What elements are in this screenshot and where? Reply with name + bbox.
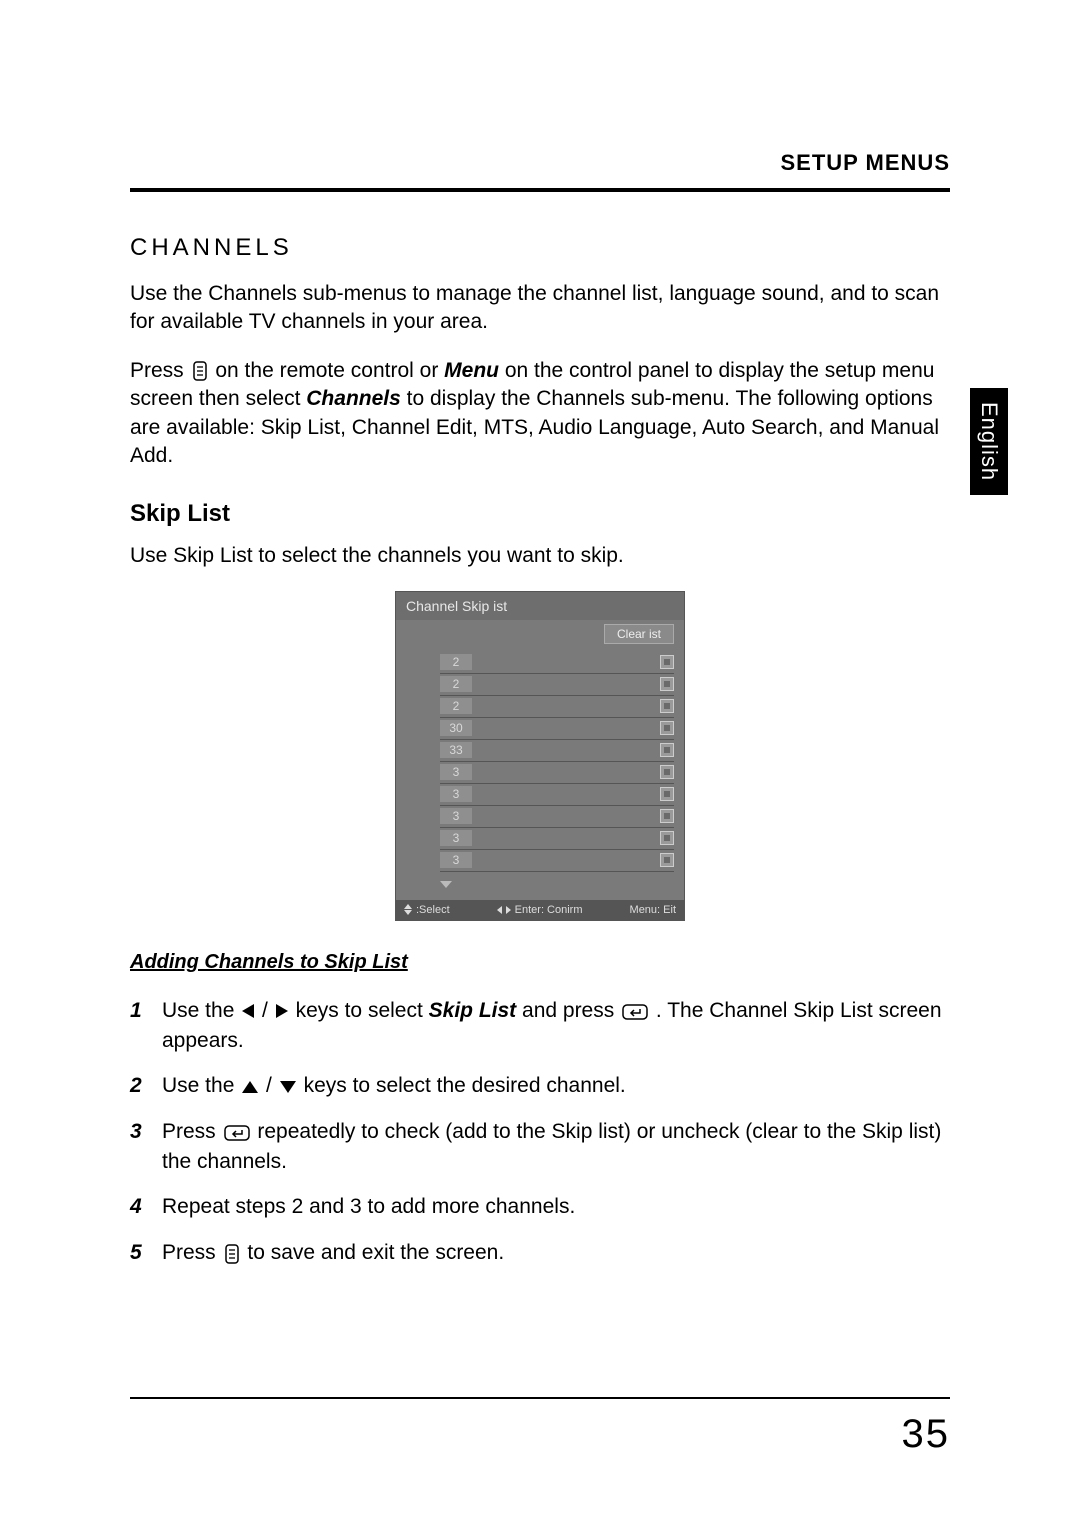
checkbox-icon[interactable] <box>660 655 674 669</box>
checkbox-icon[interactable] <box>660 853 674 867</box>
enter-icon <box>622 996 648 1025</box>
step-5: 5 Press to save and exit the screen. <box>130 1238 950 1268</box>
checkbox-icon[interactable] <box>660 765 674 779</box>
text: Use the <box>162 1074 240 1097</box>
step-number: 1 <box>130 996 142 1025</box>
step-3: 3 Press repeatedly to check (add to the … <box>130 1117 950 1177</box>
list-item[interactable]: 30 <box>440 718 674 740</box>
checkbox-icon[interactable] <box>660 787 674 801</box>
osd-toolbar: Clear ist <box>396 620 684 648</box>
menu-word: Menu <box>444 359 499 382</box>
list-item[interactable]: 3 <box>440 762 674 784</box>
down-icon <box>404 910 412 915</box>
checkbox-icon[interactable] <box>660 721 674 735</box>
skip-list-heading: Skip List <box>130 500 950 528</box>
step-4: 4 Repeat steps 2 and 3 to add more chann… <box>130 1192 950 1221</box>
text: Press <box>162 1120 222 1143</box>
step-number: 2 <box>130 1071 142 1100</box>
list-item[interactable]: 2 <box>440 652 674 674</box>
up-arrow-icon <box>242 1081 258 1093</box>
procedure-steps: 1 Use the / keys to select Skip List and… <box>130 996 950 1268</box>
left-arrow-icon <box>242 1004 254 1018</box>
list-item[interactable]: 2 <box>440 696 674 718</box>
osd-footer: :Select Enter: Conirm Menu: Eit <box>396 900 684 920</box>
step-2: 2 Use the / keys to select the desired c… <box>130 1071 950 1100</box>
channel-number: 30 <box>440 720 472 736</box>
list-item[interactable]: 3 <box>440 828 674 850</box>
down-arrow-icon <box>280 1081 296 1093</box>
header-title: SETUP MENUS <box>130 150 950 176</box>
list-item[interactable]: 3 <box>440 784 674 806</box>
text: Press <box>130 359 190 382</box>
text: to save and exit the screen. <box>247 1241 504 1264</box>
right-arrow-icon <box>276 1004 288 1018</box>
header-rule <box>130 188 950 192</box>
step-1: 1 Use the / keys to select Skip List and… <box>130 996 950 1056</box>
page-number: 35 <box>902 1412 951 1457</box>
text: keys to select the desired channel. <box>304 1074 626 1097</box>
section-title-channels: CHANNELS <box>130 234 950 262</box>
text: on the remote control or <box>215 359 444 382</box>
language-tab: English <box>970 388 1008 495</box>
channels-intro: Use the Channels sub-menus to manage the… <box>130 280 950 337</box>
osd-title: Channel Skip ist <box>396 592 684 620</box>
channel-number: 2 <box>440 698 472 714</box>
list-item[interactable]: 33 <box>440 740 674 762</box>
channel-skip-dialog: Channel Skip ist Clear ist 2 2 2 30 33 3… <box>395 591 685 921</box>
step-number: 5 <box>130 1238 142 1267</box>
footer-rule <box>130 1397 950 1399</box>
footer-select: :Select <box>416 904 450 916</box>
checkbox-icon[interactable] <box>660 809 674 823</box>
skip-list-word: Skip List <box>429 999 517 1022</box>
step-number: 3 <box>130 1117 142 1146</box>
left-icon <box>497 906 502 914</box>
menu-icon <box>192 357 208 385</box>
checkbox-icon[interactable] <box>660 677 674 691</box>
footer-menu: Menu: Eit <box>630 904 676 916</box>
right-icon <box>506 906 511 914</box>
text: keys to select <box>296 999 429 1022</box>
text: repeatedly to check (add to the Skip lis… <box>162 1120 941 1173</box>
text: Press <box>162 1241 222 1264</box>
footer-enter: Enter: Conirm <box>515 904 583 916</box>
list-item[interactable]: 3 <box>440 850 674 872</box>
channel-number: 3 <box>440 764 472 780</box>
list-item[interactable]: 3 <box>440 806 674 828</box>
up-icon <box>404 904 412 909</box>
step-number: 4 <box>130 1192 142 1221</box>
scroll-down-row[interactable] <box>440 872 674 894</box>
text: Repeat steps 2 and 3 to add more channel… <box>162 1195 575 1218</box>
checkbox-icon[interactable] <box>660 699 674 713</box>
enter-icon <box>224 1117 250 1146</box>
procedure-title: Adding Channels to Skip List <box>130 951 950 974</box>
channel-number: 2 <box>440 654 472 670</box>
chevron-down-icon <box>440 881 452 888</box>
text: and press <box>522 999 620 1022</box>
osd-channel-list: 2 2 2 30 33 3 3 3 3 3 <box>396 648 684 900</box>
channels-word: Channels <box>306 387 401 410</box>
clear-list-button[interactable]: Clear ist <box>604 624 674 644</box>
channel-number: 3 <box>440 808 472 824</box>
channel-number: 2 <box>440 676 472 692</box>
text: Use the <box>162 999 240 1022</box>
menu-icon <box>224 1238 240 1267</box>
channel-number: 3 <box>440 786 472 802</box>
channel-number: 33 <box>440 742 472 758</box>
checkbox-icon[interactable] <box>660 743 674 757</box>
channels-press-para: Press on the remote control or Menu on t… <box>130 357 950 471</box>
skip-list-intro: Use Skip List to select the channels you… <box>130 542 950 570</box>
channel-number: 3 <box>440 830 472 846</box>
channel-number: 3 <box>440 852 472 868</box>
checkbox-icon[interactable] <box>660 831 674 845</box>
list-item[interactable]: 2 <box>440 674 674 696</box>
